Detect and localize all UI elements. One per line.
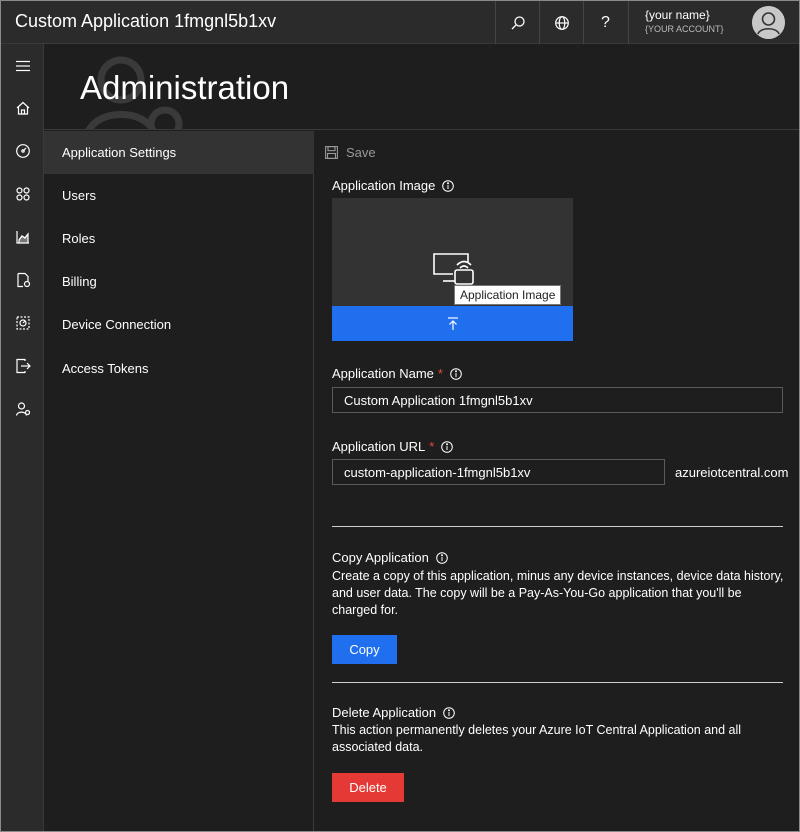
save-button[interactable]: Save (325, 145, 376, 160)
divider (332, 682, 783, 683)
home-icon (16, 101, 29, 115)
save-icon (325, 146, 338, 159)
user-name: {your name} (645, 8, 710, 22)
settings-nav: Application Settings Users Roles Billing… (44, 131, 314, 831)
info-icon[interactable] (442, 179, 455, 192)
copy-application-title: Copy Application (332, 550, 448, 565)
rail-data-export[interactable] (1, 348, 44, 384)
nav-item-billing[interactable]: Billing (44, 260, 314, 303)
account-menu[interactable]: {your name} {YOUR ACCOUNT} (628, 1, 799, 44)
upload-image-button[interactable] (332, 306, 573, 341)
device-connected-icon (433, 253, 474, 285)
page-header: Administration (44, 44, 799, 130)
page-title: Administration (80, 69, 290, 106)
menu-icon (15, 60, 30, 72)
delete-application-description: This action permanently deletes your Azu… (332, 723, 742, 754)
rail-devices[interactable] (1, 176, 44, 212)
rail-home[interactable] (1, 90, 44, 126)
application-name-label: Application Name * (332, 366, 462, 381)
rail-analytics[interactable] (1, 219, 44, 255)
info-icon[interactable] (443, 706, 455, 719)
application-image-label: Application Image (332, 178, 455, 193)
settings-content: Save Application Image Application Image… (314, 131, 799, 831)
avatar[interactable] (752, 6, 785, 39)
nav-item-device-connection[interactable]: Device Connection (44, 303, 314, 346)
nav-item-users[interactable]: Users (44, 174, 314, 217)
help-icon: ? (601, 13, 610, 31)
info-icon[interactable] (436, 551, 448, 564)
application-image-tooltip: Application Image (454, 285, 562, 305)
left-rail (1, 44, 44, 831)
search-button[interactable] (495, 1, 539, 44)
devices-icon (15, 187, 30, 201)
top-bar: Custom Application 1fmgnl5b1xv ? {your n… (1, 1, 799, 44)
user-account: {YOUR ACCOUNT} (645, 24, 724, 34)
copy-application-description: Create a copy of this application, minus… (332, 569, 784, 617)
dashboard-icon (15, 144, 30, 158)
divider (332, 526, 783, 527)
language-button[interactable] (539, 1, 583, 44)
application-image-label-text: Application Image (332, 178, 436, 193)
app-title: Custom Application 1fmgnl5b1xv (15, 11, 277, 31)
app-window: Custom Application 1fmgnl5b1xv ? {your n… (0, 0, 800, 832)
search-icon (511, 15, 525, 29)
info-icon[interactable] (441, 440, 454, 453)
nav-item-application-settings[interactable]: Application Settings (44, 131, 314, 174)
copy-button[interactable]: Copy (332, 635, 397, 664)
application-image-box[interactable]: Application Image (332, 198, 573, 341)
application-url-label-text: Application URL (332, 439, 426, 454)
url-domain-suffix: azureiotcentral.com (675, 465, 789, 480)
delete-application-title: Delete Application (332, 705, 455, 720)
help-button[interactable]: ? (583, 1, 627, 44)
rail-jobs[interactable] (1, 262, 44, 298)
save-label: Save (346, 145, 376, 160)
menu-button[interactable] (1, 48, 44, 84)
rail-administration[interactable] (1, 391, 44, 427)
user-icon (752, 6, 785, 39)
application-name-input[interactable]: Custom Application 1fmgnl5b1xv (332, 387, 783, 413)
administration-icon (15, 402, 30, 416)
rail-device-templates[interactable] (1, 305, 44, 341)
copy-application-title-text: Copy Application (332, 550, 429, 565)
globe-icon (554, 15, 569, 30)
analytics-icon (15, 231, 29, 244)
info-icon[interactable] (450, 367, 462, 380)
nav-item-access-tokens[interactable]: Access Tokens (44, 347, 314, 390)
required-mark: * (437, 366, 443, 381)
upload-icon (447, 316, 458, 330)
delete-button[interactable]: Delete (332, 773, 404, 802)
application-name-label-text: Application Name (332, 366, 434, 381)
nav-item-roles[interactable]: Roles (44, 217, 314, 260)
jobs-icon (16, 272, 30, 288)
data-export-icon (15, 358, 31, 374)
rail-dashboard[interactable] (1, 133, 44, 169)
device-templates-icon (15, 316, 30, 330)
required-mark: * (429, 439, 435, 454)
application-url-label: Application URL * (332, 439, 454, 454)
delete-application-title-text: Delete Application (332, 705, 437, 720)
application-url-input[interactable]: custom-application-1fmgnl5b1xv (332, 459, 665, 485)
